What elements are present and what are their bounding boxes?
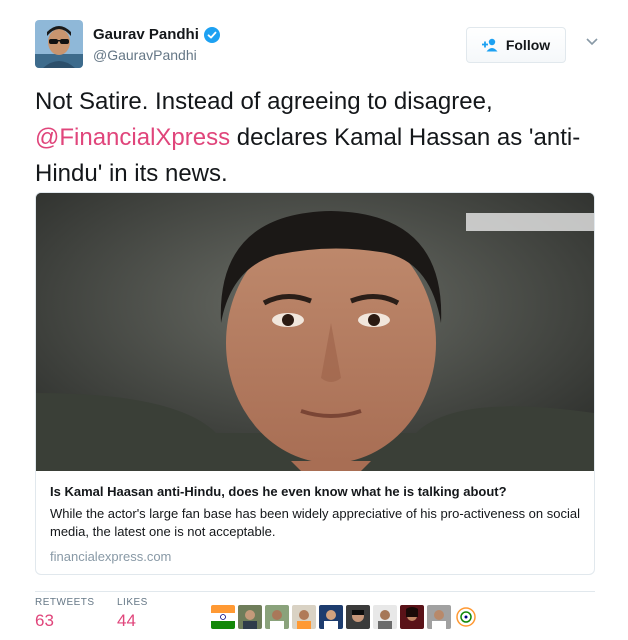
display-name-text[interactable]: Gaurav Pandhi xyxy=(93,26,199,43)
liker-avatar[interactable] xyxy=(238,605,262,629)
liker-avatar[interactable] xyxy=(400,605,424,629)
liker-avatar[interactable] xyxy=(427,605,451,629)
stats-divider xyxy=(35,591,595,592)
liker-avatar[interactable] xyxy=(346,605,370,629)
display-name[interactable]: Gaurav Pandhi xyxy=(93,26,220,43)
likers-avatars xyxy=(211,605,478,629)
card-domain: financialexpress.com xyxy=(50,549,172,564)
liker-avatar[interactable] xyxy=(373,605,397,629)
avatar-image xyxy=(35,20,83,68)
likes-label: LIKES xyxy=(117,597,148,608)
card-image[interactable] xyxy=(36,193,594,471)
liker-avatar[interactable] xyxy=(211,605,235,629)
liker-avatar[interactable] xyxy=(265,605,289,629)
verified-badge-icon xyxy=(203,26,220,43)
tweet-stats: RETWEETS 63 LIKES 44 xyxy=(35,597,595,637)
card-photo xyxy=(36,193,594,471)
card-body: Is Kamal Haasan anti-Hindu, does he even… xyxy=(36,471,594,574)
liker-avatar[interactable] xyxy=(454,605,478,629)
liker-avatar[interactable] xyxy=(319,605,343,629)
user-name-block: Gaurav Pandhi @GauravPandhi xyxy=(93,26,220,63)
follow-button[interactable]: Follow xyxy=(466,27,566,63)
liker-avatar[interactable] xyxy=(292,605,316,629)
chevron-down-icon[interactable] xyxy=(586,37,598,47)
retweets-count: 63 xyxy=(35,611,54,630)
follow-label: Follow xyxy=(505,37,551,53)
card-description: While the actor's large fan base has bee… xyxy=(50,506,580,539)
tweet-header: Gaurav Pandhi @GauravPandhi Follow xyxy=(35,18,598,74)
likes-stat[interactable]: LIKES 44 xyxy=(117,597,148,631)
mention-link[interactable]: @FinancialXpress xyxy=(35,124,230,151)
tweet-text: Not Satire. Instead of agreeing to disag… xyxy=(35,84,595,192)
user-avatar[interactable] xyxy=(35,20,83,68)
link-card[interactable]: Is Kamal Haasan anti-Hindu, does he even… xyxy=(35,192,595,575)
retweets-label: RETWEETS xyxy=(35,597,95,608)
likes-count: 44 xyxy=(117,611,136,630)
retweets-stat[interactable]: RETWEETS 63 xyxy=(35,597,95,631)
user-handle[interactable]: @GauravPandhi xyxy=(93,47,220,63)
add-user-icon xyxy=(481,38,498,52)
card-title[interactable]: Is Kamal Haasan anti-Hindu, does he even… xyxy=(50,483,580,501)
tweet-text-before: Not Satire. Instead of agreeing to disag… xyxy=(35,88,493,115)
